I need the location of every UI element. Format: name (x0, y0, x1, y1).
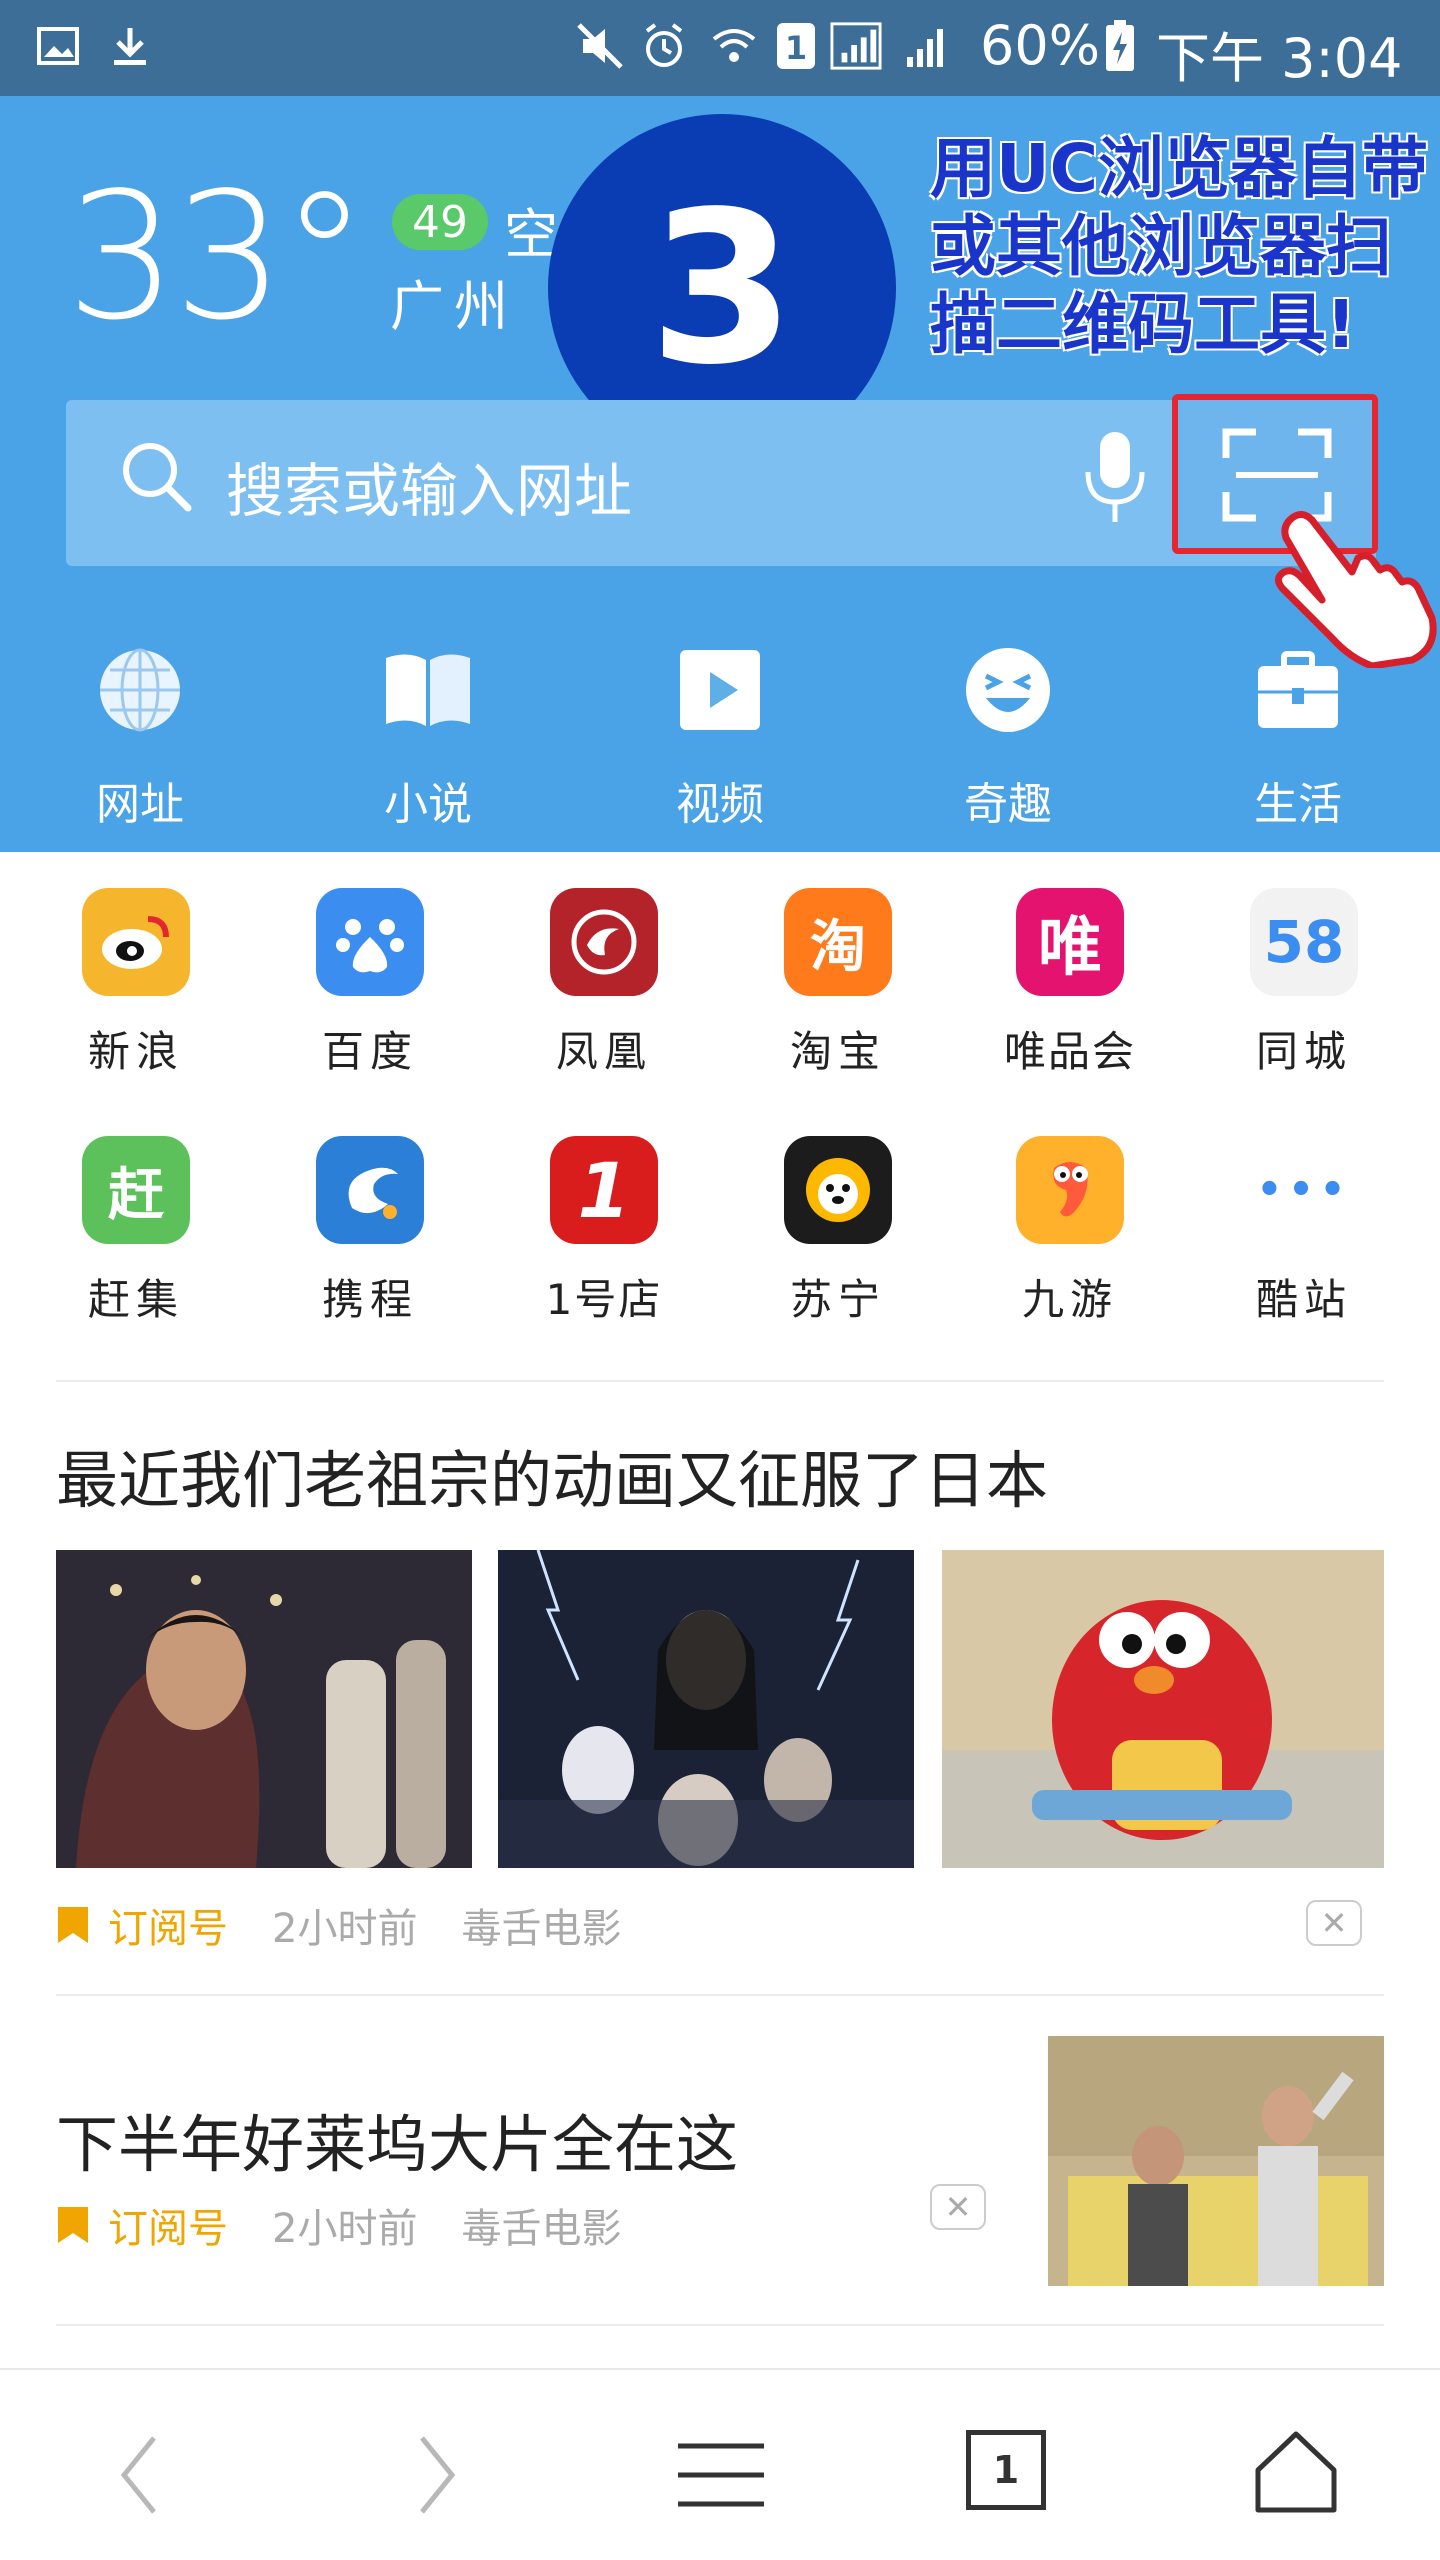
download-icon (104, 20, 156, 72)
home-icon[interactable] (1254, 2430, 1338, 2514)
site-taobao[interactable]: 淘 淘宝 (738, 888, 938, 1079)
vip-logo: 唯 (1016, 888, 1124, 996)
site-yhd[interactable]: 1 1号店 (504, 1136, 704, 1327)
article-image[interactable] (56, 1550, 472, 1868)
battery-charging-icon (1094, 20, 1146, 72)
more-dots-icon: ••• (1250, 1136, 1358, 1244)
site-name: 唯品会 (1003, 1027, 1136, 1076)
site-name: 凤凰 (555, 1027, 652, 1076)
suning-logo (784, 1136, 892, 1244)
jiuyou-logo (1016, 1136, 1124, 1244)
ganji-logo: 赶 (82, 1136, 190, 1244)
mute-icon (574, 20, 626, 72)
site-ganji[interactable]: 赶 赶集 (36, 1136, 236, 1327)
sim-1-icon: 1 (770, 20, 822, 72)
gallery-icon (32, 20, 84, 72)
temperature[interactable]: 33° (66, 170, 368, 345)
aqi-badge: 49 (392, 194, 488, 250)
article-meta: 订阅号 2小时前 毒舌电影 (56, 1896, 621, 1954)
site-more[interactable]: ••• 酷站 (1204, 1136, 1404, 1327)
category-url[interactable]: 网址 (40, 640, 240, 832)
alarm-icon (638, 20, 690, 72)
clock-time: 下午 3:04 (1156, 27, 1403, 90)
site-sina[interactable]: 新浪 (36, 888, 236, 1079)
article-image[interactable] (498, 1550, 914, 1868)
divider (56, 1994, 1384, 1996)
book-icon (386, 654, 470, 726)
article-image[interactable] (942, 1550, 1384, 1868)
sina-logo (82, 888, 190, 996)
site-name: 百度 (321, 1027, 418, 1076)
divider (56, 2324, 1384, 2326)
baidu-logo (316, 888, 424, 996)
forward-icon[interactable] (390, 2430, 480, 2520)
site-name: 苏宁 (789, 1275, 886, 1324)
dismiss-button[interactable]: ✕ (1306, 1900, 1362, 1946)
bookmark-icon (58, 2207, 88, 2243)
microphone-icon[interactable] (1080, 428, 1150, 528)
wifi-icon (708, 20, 760, 72)
yhd-logo: 1 (550, 1136, 658, 1244)
bookmark-icon (58, 1907, 88, 1943)
article-source[interactable]: 毒舌电影 (461, 2196, 621, 2254)
site-name: 1号店 (545, 1275, 663, 1324)
signal-icon (902, 20, 954, 72)
category-label: 生活 (1254, 779, 1342, 830)
article-time: 2小时前 (272, 2206, 418, 2252)
category-label: 小说 (384, 779, 472, 830)
globe-icon (100, 648, 180, 732)
search-placeholder[interactable]: 搜索或输入网址 (226, 444, 632, 528)
site-ifeng[interactable]: 凤凰 (504, 888, 704, 1079)
category-label: 视频 (676, 779, 764, 830)
tutorial-annotation: 用UC浏览器自带或其他浏览器扫描二维码工具! (930, 130, 1429, 363)
site-ctrip[interactable]: 携程 (270, 1136, 470, 1327)
site-vip[interactable]: 唯 唯品会 (970, 888, 1170, 1079)
subscription-tag[interactable]: 订阅号 (108, 1896, 228, 1954)
svg-text:1: 1 (785, 29, 807, 67)
site-name: 同城 (1255, 1027, 1352, 1076)
tabs-button[interactable]: 1 (966, 2430, 1046, 2510)
58-logo: 58 (1250, 888, 1358, 996)
taobao-logo: 淘 (784, 888, 892, 996)
article-title[interactable]: 下半年好莱坞大片全在这 (56, 2094, 738, 2184)
site-suning[interactable]: 苏宁 (738, 1136, 938, 1327)
back-icon[interactable] (96, 2430, 186, 2520)
site-58[interactable]: 58 同城 (1204, 888, 1404, 1079)
category-label: 网址 (96, 779, 184, 830)
category-life[interactable]: 生活 (1198, 640, 1398, 832)
site-jiuyou[interactable]: 九游 (970, 1136, 1170, 1327)
menu-icon[interactable] (676, 2430, 766, 2520)
bottom-toolbar: 1 (0, 2368, 1440, 2560)
site-name: 淘宝 (789, 1027, 886, 1076)
dismiss-button[interactable]: ✕ (930, 2184, 986, 2230)
category-novel[interactable]: 小说 (328, 640, 528, 832)
laugh-face-icon (966, 648, 1050, 732)
article-meta: 订阅号 2小时前 毒舌电影 (56, 2196, 621, 2254)
article-source[interactable]: 毒舌电影 (461, 1896, 621, 1954)
video-play-icon (680, 650, 760, 730)
ifeng-logo (550, 888, 658, 996)
category-fun[interactable]: 奇趣 (908, 640, 1108, 832)
site-name: 九游 (1021, 1275, 1118, 1324)
ctrip-logo (316, 1136, 424, 1244)
subscription-tag[interactable]: 订阅号 (108, 2196, 228, 2254)
category-video[interactable]: 视频 (620, 640, 820, 832)
site-name: 新浪 (87, 1027, 184, 1076)
search-icon (123, 443, 192, 512)
site-name: 携程 (321, 1275, 418, 1324)
article-time: 2小时前 (272, 1906, 418, 1952)
site-name: 赶集 (87, 1275, 184, 1324)
article-image[interactable] (1048, 2036, 1384, 2286)
signal-roaming-icon (830, 20, 882, 72)
close-icon: ✕ (1320, 1904, 1348, 1942)
category-label: 奇趣 (964, 779, 1052, 830)
battery-percent: 60% (980, 14, 1101, 77)
toolbox-icon (1258, 651, 1338, 728)
divider (56, 1380, 1384, 1382)
article-title[interactable]: 最近我们老祖宗的动画又征服了日本 (56, 1430, 1048, 1520)
close-icon: ✕ (944, 2188, 972, 2226)
status-bar: 1 60% 下午 3:04 (0, 0, 1440, 96)
site-name: 酷站 (1255, 1275, 1352, 1324)
site-baidu[interactable]: 百度 (270, 888, 470, 1079)
